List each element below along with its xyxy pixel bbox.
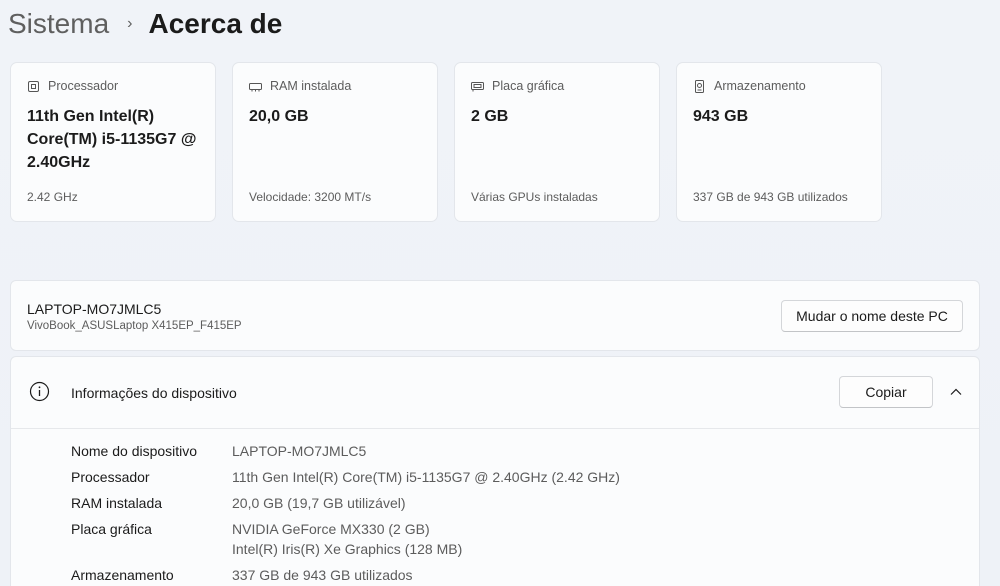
card-sub: 2.42 GHz	[27, 190, 78, 204]
chevron-up-icon[interactable]	[949, 385, 963, 399]
copy-button[interactable]: Copiar	[839, 376, 933, 408]
device-name-panel: LAPTOP-MO7JMLC5 VivoBook_ASUSLaptop X415…	[10, 280, 980, 351]
card-label: Armazenamento	[714, 79, 806, 93]
spec-label: Processador	[71, 469, 150, 485]
spec-value-secondary: Intel(R) Iris(R) Xe Graphics (128 MB)	[232, 541, 463, 557]
card-processor: Processador 11th Gen Intel(R) Core(TM) i…	[10, 62, 216, 222]
device-info-section: Informações do dispositivo Copiar Nome d…	[10, 356, 980, 586]
storage-icon	[695, 79, 704, 93]
page-title: Acerca de	[148, 8, 283, 39]
device-spec-list: Nome do dispositivo LAPTOP-MO7JMLC5 Proc…	[71, 441, 620, 586]
rename-pc-button[interactable]: Mudar o nome deste PC	[781, 300, 963, 332]
settings-page: Sistema › Acerca de Processador 11th Gen…	[0, 0, 1000, 586]
spec-cards: Processador 11th Gen Intel(R) Core(TM) i…	[10, 62, 882, 222]
device-info-header[interactable]: Informações do dispositivo Copiar	[11, 357, 979, 429]
spec-row-processor: Processador 11th Gen Intel(R) Core(TM) i…	[71, 467, 620, 487]
spec-value: NVIDIA GeForce MX330 (2 GB)	[232, 521, 430, 537]
spec-value-group: NVIDIA GeForce MX330 (2 GB) Intel(R) Iri…	[232, 519, 462, 559]
ram-icon	[249, 82, 262, 91]
spec-value: LAPTOP-MO7JMLC5	[232, 443, 367, 459]
device-model: VivoBook_ASUSLaptop X415EP_F415EP	[27, 320, 242, 332]
spec-label: Placa gráfica	[71, 521, 152, 537]
gpu-icon	[471, 81, 484, 91]
card-storage: Armazenamento 943 GB 337 GB de 943 GB ut…	[676, 62, 882, 222]
spec-value: 20,0 GB (19,7 GB utilizável)	[232, 495, 406, 511]
card-gpu: Placa gráfica 2 GB Várias GPUs instalada…	[454, 62, 660, 222]
card-sub: 337 GB de 943 GB utilizados	[693, 190, 848, 204]
card-value: 20,0 GB	[249, 108, 309, 125]
spec-row-ram: RAM instalada 20,0 GB (19,7 GB utilizáve…	[71, 493, 620, 513]
card-value: 2 GB	[471, 108, 509, 125]
processor-icon	[28, 80, 39, 92]
breadcrumb-sistema[interactable]: Sistema	[8, 8, 109, 40]
spec-label: Armazenamento	[71, 567, 174, 583]
spec-row-gpu: Placa gráfica NVIDIA GeForce MX330 (2 GB…	[71, 519, 620, 559]
spec-value: 11th Gen Intel(R) Core(TM) i5-1135G7 @ 2…	[232, 469, 620, 485]
card-value: 943 GB	[693, 108, 749, 125]
device-info-title: Informações do dispositivo	[71, 385, 237, 401]
info-icon	[29, 381, 50, 402]
spec-row-storage: Armazenamento 337 GB de 943 GB utilizado…	[71, 565, 620, 585]
card-sub: Velocidade: 3200 MT/s	[249, 190, 372, 204]
spec-row-device-name: Nome do dispositivo LAPTOP-MO7JMLC5	[71, 441, 620, 461]
card-ram: RAM instalada 20,0 GB Velocidade: 3200 M…	[232, 62, 438, 222]
card-label: Processador	[48, 79, 119, 93]
card-value: 11th Gen Intel(R) Core(TM) i5-1135G7 @ 2…	[27, 108, 197, 171]
spec-label: RAM instalada	[71, 495, 163, 511]
chevron-right-icon: ›	[127, 15, 133, 32]
breadcrumb: Sistema › Acerca de	[8, 4, 282, 44]
card-label: RAM instalada	[270, 79, 352, 93]
card-label: Placa gráfica	[492, 79, 565, 93]
device-name: LAPTOP-MO7JMLC5	[27, 301, 162, 317]
spec-label: Nome do dispositivo	[71, 443, 198, 459]
spec-value: 337 GB de 943 GB utilizados	[232, 567, 413, 583]
card-sub: Várias GPUs instaladas	[471, 190, 598, 204]
